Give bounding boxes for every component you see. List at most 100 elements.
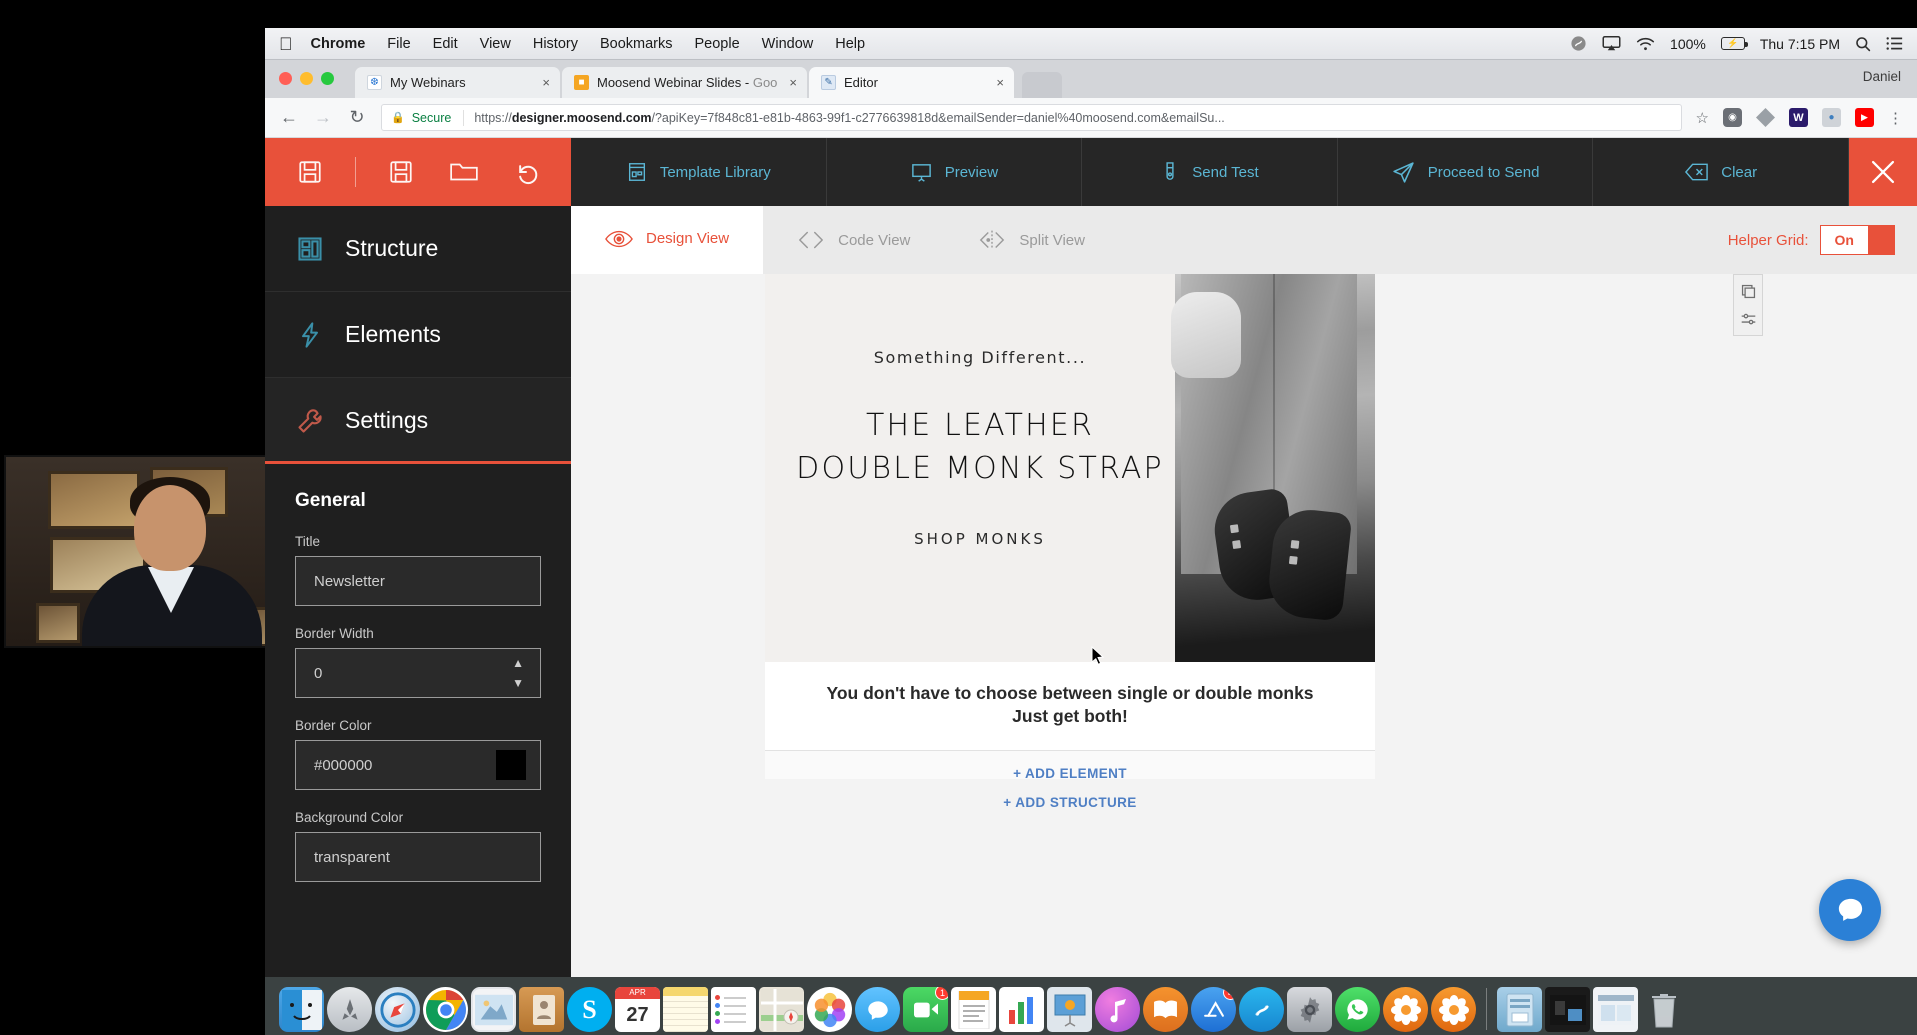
email-caption[interactable]: You don't have to choose between single … (765, 662, 1375, 752)
dock-item-launchpad[interactable] (327, 987, 372, 1032)
airplay-icon[interactable] (1602, 36, 1621, 51)
dock-item-shazam[interactable] (1239, 987, 1284, 1032)
reload-icon[interactable]: ↻ (347, 107, 367, 128)
hero-cta-text[interactable]: SHOP MONKS (765, 530, 1195, 548)
menu-people[interactable]: People (695, 36, 740, 52)
dock-item-mail[interactable] (471, 987, 516, 1032)
dock-item-photos-alt-2[interactable] (1431, 987, 1476, 1032)
tab-moosend-webinar-slides[interactable]: ■ Moosend Webinar Slides - Goo × (562, 67, 808, 98)
back-arrow-icon[interactable]: ← (279, 107, 299, 128)
dock-item-system-preferences[interactable] (1287, 987, 1332, 1032)
color-swatch[interactable] (496, 750, 526, 780)
maximize-window-button[interactable] (321, 72, 334, 85)
title-input[interactable]: Newsletter (295, 556, 541, 606)
menu-bookmarks[interactable]: Bookmarks (600, 36, 673, 52)
close-editor-icon[interactable] (1849, 138, 1917, 206)
menu-history[interactable]: History (533, 36, 578, 52)
open-folder-icon[interactable] (447, 155, 481, 189)
droplr-extension-icon[interactable]: ● (1822, 108, 1841, 127)
tab-editor[interactable]: ✎ Editor × (809, 67, 1015, 98)
add-structure-button[interactable]: + ADD STRUCTURE (765, 779, 1375, 825)
camera-extension-icon[interactable]: ◉ (1723, 108, 1742, 127)
border-color-input[interactable]: #000000 (295, 740, 541, 790)
menu-help[interactable]: Help (835, 36, 865, 52)
dock-item-photos-alt[interactable] (1383, 987, 1428, 1032)
chevron-up-icon[interactable]: ▲ (512, 656, 524, 670)
tab-code-view[interactable]: Code View (763, 206, 944, 274)
tab-split-view[interactable]: Split View (944, 206, 1119, 274)
spotlight-search-icon[interactable] (1855, 36, 1871, 52)
helper-grid-toggle[interactable]: On (1819, 225, 1895, 255)
background-color-input[interactable]: transparent (295, 832, 541, 882)
stepper-arrows[interactable]: ▲ ▼ (512, 649, 524, 697)
tab-my-webinars[interactable]: ❆ My Webinars × (355, 67, 560, 98)
dock-item-app-store[interactable]: 4 (1191, 987, 1236, 1032)
hero-text-block[interactable]: Something Different... THE LEATHER DOUBL… (765, 274, 1195, 548)
url-input[interactable]: 🔒 Secure https://designer.moosend.com/?a… (381, 104, 1682, 131)
proceed-to-send-button[interactable]: Proceed to Send (1338, 138, 1594, 206)
menubar-clock[interactable]: Thu 7:15 PM (1760, 36, 1840, 52)
sidebar-item-settings[interactable]: Settings (265, 378, 571, 464)
forward-arrow-icon[interactable]: → (313, 107, 333, 128)
dock-item-whatsapp[interactable] (1335, 987, 1380, 1032)
dock-item-contacts[interactable] (519, 987, 564, 1032)
apple-logo-icon[interactable]:  (279, 35, 293, 53)
clear-button[interactable]: Clear (1593, 138, 1849, 206)
youtube-extension-icon[interactable]: ▶ (1855, 108, 1874, 127)
dock-item-calendar[interactable]: APR 27 (615, 987, 660, 1032)
chrome-profile-name[interactable]: Daniel (1863, 69, 1901, 84)
send-test-button[interactable]: Send Test (1082, 138, 1338, 206)
menu-edit[interactable]: Edit (433, 36, 458, 52)
dock-item-facetime[interactable]: 1 (903, 987, 948, 1032)
dock-item-chrome[interactable] (423, 987, 468, 1032)
hero-block[interactable]: Something Different... THE LEATHER DOUBL… (765, 274, 1375, 662)
save-as-icon[interactable] (384, 155, 418, 189)
dock-item-document-file[interactable] (1593, 987, 1638, 1032)
tab-design-view[interactable]: Design View (571, 206, 764, 274)
dock-item-ibooks[interactable] (1143, 987, 1188, 1032)
toggle-switch[interactable] (1868, 226, 1894, 254)
dock-item-maps[interactable] (759, 987, 804, 1032)
border-width-stepper[interactable]: 0 ▲ ▼ (295, 648, 541, 698)
dock-item-finder[interactable] (279, 987, 324, 1032)
battery-charging-icon[interactable]: ⚡ (1720, 37, 1748, 50)
close-icon[interactable]: × (542, 75, 550, 90)
compass-extension-icon[interactable] (1756, 108, 1775, 127)
dock-item-downloads-folder[interactable] (1497, 987, 1542, 1032)
notification-center-icon[interactable] (1886, 36, 1903, 51)
menu-view[interactable]: View (480, 36, 511, 52)
close-icon[interactable]: × (996, 75, 1004, 90)
close-icon[interactable]: × (789, 75, 797, 90)
sidebar-item-elements[interactable]: Elements (265, 292, 571, 378)
settings-sliders-icon[interactable] (1738, 309, 1758, 329)
dock-item-safari[interactable] (375, 987, 420, 1032)
dock-item-screenshot-file[interactable] (1545, 987, 1590, 1032)
email-canvas-stage[interactable]: Something Different... THE LEATHER DOUBL… (571, 274, 1917, 977)
save-icon[interactable] (293, 155, 327, 189)
dock-item-itunes[interactable] (1095, 987, 1140, 1032)
dock-item-notes[interactable] (663, 987, 708, 1032)
dock-item-photos[interactable] (807, 987, 852, 1032)
block-tools-float[interactable] (1733, 274, 1763, 336)
email-template[interactable]: Something Different... THE LEATHER DOUBL… (765, 274, 1375, 798)
dock-item-pages[interactable] (951, 987, 996, 1032)
dock-item-keynote[interactable] (1047, 987, 1092, 1032)
close-window-button[interactable] (279, 72, 292, 85)
chevron-down-icon[interactable]: ▼ (512, 676, 524, 690)
wifi-icon[interactable] (1636, 37, 1655, 51)
shazam-icon[interactable] (1570, 35, 1587, 52)
sidebar-item-structure[interactable]: Structure (265, 206, 571, 292)
duplicate-icon[interactable] (1738, 281, 1758, 301)
template-library-button[interactable]: Template Library (571, 138, 827, 206)
dock-item-messages[interactable] (855, 987, 900, 1032)
hero-image[interactable] (1171, 274, 1375, 662)
menu-chrome[interactable]: Chrome (311, 36, 366, 52)
dock-item-trash[interactable] (1641, 987, 1686, 1032)
menu-window[interactable]: Window (762, 36, 814, 52)
bookmark-star-icon[interactable]: ☆ (1696, 109, 1709, 127)
wistia-extension-icon[interactable]: W (1789, 108, 1808, 127)
chrome-menu-icon[interactable]: ⋮ (1888, 109, 1903, 127)
minimize-window-button[interactable] (300, 72, 313, 85)
intercom-chat-icon[interactable] (1819, 879, 1881, 941)
dock-item-reminders[interactable] (711, 987, 756, 1032)
